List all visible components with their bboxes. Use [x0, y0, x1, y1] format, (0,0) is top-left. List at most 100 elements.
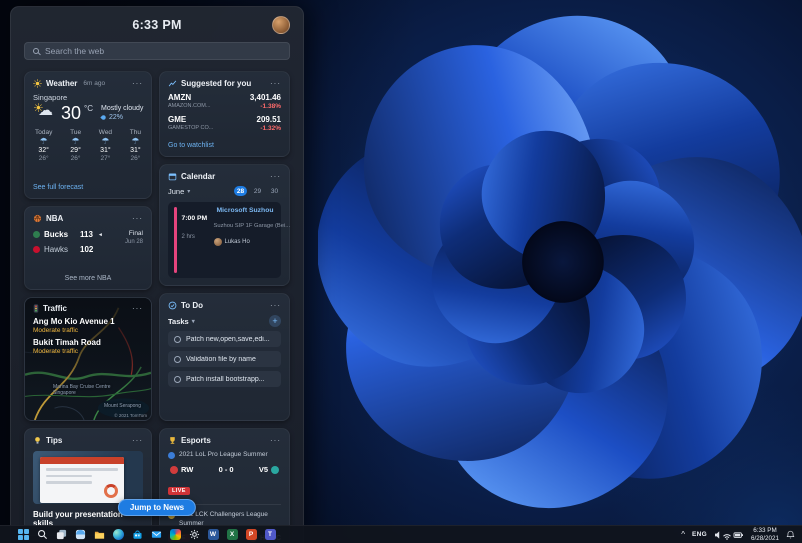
- map-label: Mount Serapong: [104, 403, 141, 409]
- search-bar[interactable]: [24, 42, 290, 60]
- month-selector[interactable]: June ▾: [168, 187, 190, 196]
- stocks-widget[interactable]: Suggested for you ··· AMZN AMAZON.COM... …: [159, 71, 290, 157]
- forecast-day[interactable]: Today ☂ 32° 26°: [35, 129, 52, 162]
- store-bag-icon: [132, 530, 142, 539]
- sun-icon: [33, 79, 42, 88]
- tray-chevron-up-icon[interactable]: ^: [681, 530, 685, 539]
- excel-icon: X: [226, 529, 238, 540]
- tray-date: 6/28/2021: [750, 534, 779, 542]
- nba-widget[interactable]: NBA ··· Bucks 113 ◄ Hawks 102 Final Jun …: [24, 206, 152, 290]
- date-cell-selected[interactable]: 28: [234, 186, 247, 196]
- traffic-light-icon: [33, 304, 39, 313]
- forecast-day[interactable]: Tue ☂ 29° 26°: [70, 129, 81, 162]
- tips-widget[interactable]: Tips ··· Build your presentation skills: [24, 428, 152, 536]
- more-options-icon[interactable]: ···: [132, 304, 143, 313]
- tips-thumbnail[interactable]: [33, 451, 143, 504]
- precip-value: 22%: [109, 114, 124, 121]
- attendee-avatar: [213, 238, 222, 246]
- weather-precip: 22%: [100, 114, 143, 121]
- team-rw-logo: [170, 465, 178, 474]
- user-avatar[interactable]: [272, 16, 290, 34]
- taskbar-powerpoint-button[interactable]: P: [244, 528, 258, 542]
- todo-check-icon: [168, 301, 177, 310]
- more-options-icon[interactable]: ···: [132, 79, 143, 88]
- basketball-icon: [33, 214, 42, 223]
- taskbar-search-button[interactable]: [35, 528, 49, 542]
- todo-widget[interactable]: To Do ··· Tasks ▾ + Patch new,open,save,e…: [159, 293, 290, 421]
- mostly-cloudy-icon: ☀ ☁: [33, 101, 58, 122]
- weather-title: Weather: [46, 79, 78, 88]
- task-item[interactable]: Patch new,open,save,edi...: [168, 331, 281, 347]
- taskbar-start-button[interactable]: [16, 528, 30, 542]
- more-options-icon[interactable]: ···: [132, 214, 143, 223]
- traffic-widget[interactable]: Traffic ··· Ang Mo Kio Avenue 1 Moderate…: [24, 297, 152, 421]
- team-name: Bucks: [44, 230, 69, 239]
- more-options-icon[interactable]: ···: [270, 172, 281, 181]
- stock-symbol: AMZN: [168, 93, 192, 102]
- date-cell[interactable]: 29: [251, 186, 264, 196]
- task-checkbox[interactable]: [174, 335, 181, 343]
- more-options-icon[interactable]: ···: [270, 79, 281, 88]
- stock-change: -1.32%: [260, 125, 281, 132]
- task-checkbox[interactable]: [174, 355, 181, 363]
- stock-row[interactable]: GME GAMESTOP CO... 209.51 -1.32%: [168, 115, 281, 132]
- mock-text-line: [46, 474, 93, 477]
- taskbar-mail-button[interactable]: [149, 528, 163, 542]
- stock-row[interactable]: AMZN AMAZON.COM... 3,401.46 -1.38%: [168, 93, 281, 110]
- taskbar-photos-button[interactable]: [168, 528, 182, 542]
- league-name: 2021 LoL Pro League Summer: [179, 451, 268, 458]
- team-name: RW: [181, 465, 194, 475]
- jump-to-news-button[interactable]: Jump to News: [117, 499, 197, 516]
- taskbar-excel-button[interactable]: X: [225, 528, 239, 542]
- tray-status-icons[interactable]: [714, 530, 744, 540]
- stock-change: -1.38%: [260, 103, 281, 110]
- language-indicator[interactable]: ENG: [692, 531, 707, 538]
- taskbar-word-button[interactable]: W: [206, 528, 220, 542]
- weather-temp: 30: [61, 103, 82, 123]
- calendar-icon: [168, 173, 177, 181]
- stock-symbol: GME: [168, 115, 187, 124]
- see-full-forecast-link[interactable]: See full forecast: [33, 184, 143, 191]
- edge-icon: [112, 529, 124, 540]
- taskbar-store-button[interactable]: [130, 528, 144, 542]
- match-row[interactable]: RW 0 - 0 V5: [168, 465, 281, 474]
- task-item[interactable]: Patch install bootstrapp...: [168, 371, 281, 387]
- task-checkbox[interactable]: [174, 375, 181, 383]
- date-cell[interactable]: 30: [268, 186, 281, 196]
- team-name: Hawks: [44, 245, 69, 254]
- stock-name: GAMESTOP CO...: [168, 125, 214, 131]
- calendar-event[interactable]: 7:00 PM 2 hrs Microsoft Suzhou Toa... Su…: [168, 202, 290, 278]
- taskbar-settings-button[interactable]: [187, 528, 201, 542]
- gear-icon: [189, 529, 199, 540]
- taskbar-edge-button[interactable]: [111, 528, 125, 542]
- taskbar-teams-button[interactable]: T: [263, 528, 277, 542]
- see-more-nba-link[interactable]: See more NBA: [33, 275, 143, 282]
- forecast-day[interactable]: Thu ☂ 31° 26°: [130, 129, 141, 162]
- search-input[interactable]: [45, 46, 281, 56]
- add-task-button[interactable]: +: [269, 315, 281, 327]
- taskbar-widgets-button[interactable]: [73, 528, 87, 542]
- map-label: Marina Bay Cruise Centre Singapore: [53, 383, 111, 396]
- weather-widget[interactable]: Weather 6m ago ··· Singapore ☀ ☁ 30 °C Mo…: [24, 71, 152, 199]
- go-to-watchlist-link[interactable]: Go to watchlist: [168, 142, 281, 149]
- more-options-icon[interactable]: ···: [270, 436, 281, 445]
- task-list-selector[interactable]: Tasks ▾: [168, 317, 195, 326]
- calendar-widget[interactable]: Calendar ··· June ▾ 28 29 30 7:00 PM 2 h…: [159, 164, 290, 286]
- traffic-title: Traffic: [43, 304, 68, 313]
- powerpoint-icon: P: [245, 529, 257, 540]
- stock-chart-icon: [168, 80, 177, 87]
- attendee-name: Lukas Ho: [224, 239, 250, 245]
- stock-price: 3,401.46: [249, 93, 281, 102]
- more-options-icon[interactable]: ···: [270, 301, 281, 310]
- tray-clock[interactable]: 6:33 PM 6/28/2021: [751, 527, 779, 543]
- forecast-day[interactable]: Wed ☂ 31° 27°: [99, 129, 112, 162]
- more-options-icon[interactable]: ···: [132, 436, 143, 445]
- taskbar-file-explorer-button[interactable]: [92, 528, 106, 542]
- search-icon: [33, 48, 39, 54]
- notification-bell-icon[interactable]: [786, 530, 795, 539]
- windows-bloom-wallpaper: [318, 0, 802, 522]
- task-item[interactable]: Validation file by name: [168, 351, 281, 367]
- taskbar-task-view-button[interactable]: [54, 528, 68, 542]
- taskbar: W X P T ^ ENG 6:33 PM 6/28/2021: [0, 525, 802, 543]
- team-score: 102: [80, 245, 94, 254]
